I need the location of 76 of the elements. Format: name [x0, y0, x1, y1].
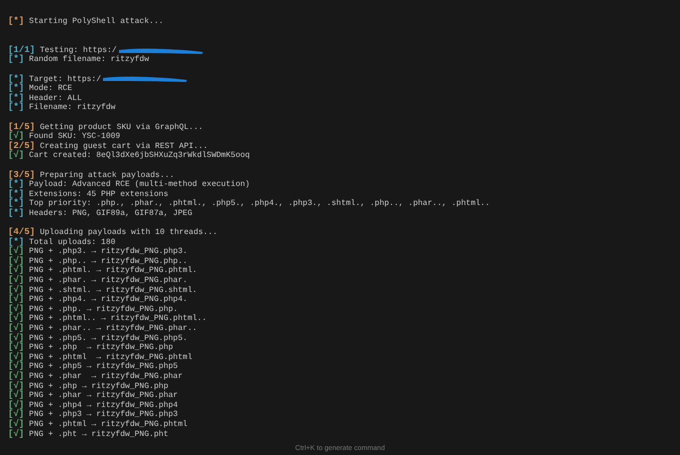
status-prefix: [√]	[8, 400, 24, 410]
output-text: Extensions: 45 PHP extensions	[29, 190, 168, 199]
output-text: PNG + .phar.. → ritzyfdw_PNG.phar..	[29, 324, 198, 334]
output-text: Headers: PNG, GIF89a, GIF87a, JPEG	[29, 208, 192, 218]
output-text: Cart created: 8eQl3dXe6jbSHXuZq3rWkdlSWDmK5ooq	[29, 151, 250, 161]
output-text: PNG + .phar → ritzyfdw_PNG.phar	[29, 391, 178, 401]
output-text: Creating guest cart via REST API...	[40, 142, 208, 151]
output-text: Testing: https:/	[40, 46, 117, 55]
status-prefix: [*]	[8, 190, 24, 199]
output-text: PNG + .php4. → ritzyfdw_PNG.php4.	[29, 295, 188, 305]
output-text: Getting product SKU via GraphQL...	[40, 122, 204, 132]
status-prefix: [*]	[8, 55, 24, 65]
status-prefix: [*]	[8, 208, 24, 218]
output-text: PNG + .php5 → ritzyfdw_PNG.php5	[29, 362, 178, 372]
output-text: Mode: RCE	[29, 84, 72, 94]
status-prefix: [2/5]	[8, 142, 36, 151]
output-text: Preparing attack payloads...	[40, 170, 174, 180]
output-text: Random filename: ritzyfdw	[29, 55, 150, 65]
output-text: PNG + .pht → ritzyfdw_PNG.pht	[29, 430, 168, 440]
status-prefix: [*]	[8, 74, 24, 84]
output-text: Found SKU: YSC-1009	[29, 132, 120, 142]
output-text: Filename: ritzyfdw	[29, 103, 116, 113]
output-text: PNG + .php3. → ritzyfdw_PNG.php3.	[29, 247, 188, 257]
status-prefix: [*]	[8, 17, 24, 27]
status-prefix: [√]	[8, 276, 24, 286]
status-prefix: [3/5]	[8, 170, 36, 180]
status-prefix: [√]	[8, 266, 24, 276]
status-prefix: [*]	[8, 103, 24, 113]
status-prefix: [√]	[8, 304, 24, 314]
status-prefix: [√]	[8, 314, 24, 324]
output-text: PNG + .php → ritzyfdw_PNG.php	[29, 382, 168, 391]
output-text: Uploading payloads with 10 threads...	[40, 228, 218, 238]
output-text: Target: https:/	[29, 74, 102, 84]
output-text: PNG + .phar → ritzyfdw_PNG.phar	[29, 372, 183, 382]
status-prefix: [1/5]	[8, 122, 36, 132]
status-prefix: [√]	[8, 295, 24, 304]
status-prefix: [*]	[8, 94, 24, 103]
status-prefix: [√]	[8, 391, 24, 400]
status-prefix: [√]	[8, 151, 24, 161]
status-prefix: [√]	[8, 132, 24, 142]
output-text: PNG + .phtml.. → ritzyfdw_PNG.phtml..	[29, 314, 207, 324]
output-text: PNG + .php.. → ritzyfdw_PNG.php..	[29, 256, 188, 266]
status-prefix: [√]	[8, 430, 24, 440]
status-prefix: [√]	[8, 286, 24, 295]
status-prefix: [*]	[8, 180, 24, 190]
status-prefix: [√]	[8, 372, 24, 381]
status-prefix: [√]	[8, 247, 24, 256]
output-text: PNG + .php3 → ritzyfdw_PNG.php3	[29, 410, 178, 420]
output-text: PNG + .phtml → ritzyfdw_PNG.phtml	[29, 352, 192, 362]
status-prefix: [*]	[8, 238, 24, 247]
output-text: Header: ALL	[29, 94, 82, 103]
status-prefix: [√]	[8, 256, 24, 266]
status-prefix: [*]	[8, 84, 24, 94]
output-text: Starting PolyShell attack...	[29, 17, 164, 27]
status-prefix: [√]	[8, 352, 24, 362]
output-text: PNG + .phtml. → ritzyfdw_PNG.phtml.	[29, 266, 198, 276]
status-prefix: [√]	[8, 420, 24, 429]
output-text: PNG + .php → ritzyfdw_PNG.php	[29, 343, 174, 353]
output-text: PNG + .shtml. → ritzyfdw_PNG.shtml.	[29, 286, 198, 295]
status-prefix: [√]	[8, 362, 24, 372]
output-text: Payload: Advanced RCE (multi-method execution)	[29, 180, 250, 190]
output-text: PNG + .phtml → ritzyfdw_PNG.phtml	[29, 420, 188, 430]
status-prefix: [√]	[8, 410, 24, 420]
status-prefix: [√]	[8, 324, 24, 333]
output-text: PNG + .php. → ritzyfdw_PNG.php.	[29, 304, 178, 314]
output-text: Total uploads: 180	[29, 238, 116, 247]
output-text: PNG + .php4 → ritzyfdw_PNG.php4	[29, 400, 178, 410]
output-text: PNG + .php5. → ritzyfdw_PNG.php5.	[29, 334, 188, 343]
output-text: PNG + .phar. → ritzyfdw_PNG.phar.	[29, 276, 188, 286]
status-prefix: [1/1]	[8, 46, 36, 55]
status-prefix: [√]	[8, 334, 24, 343]
output-text: Top priority: .php., .phar., .phtml., .php5., .php4., .php3., .shtml., .php.., .phar.., .phtml..	[29, 199, 490, 209]
status-prefix: [√]	[8, 343, 24, 352]
status-prefix: [√]	[8, 382, 24, 391]
status-prefix: [4/5]	[8, 228, 36, 238]
status-prefix: [*]	[8, 199, 24, 208]
